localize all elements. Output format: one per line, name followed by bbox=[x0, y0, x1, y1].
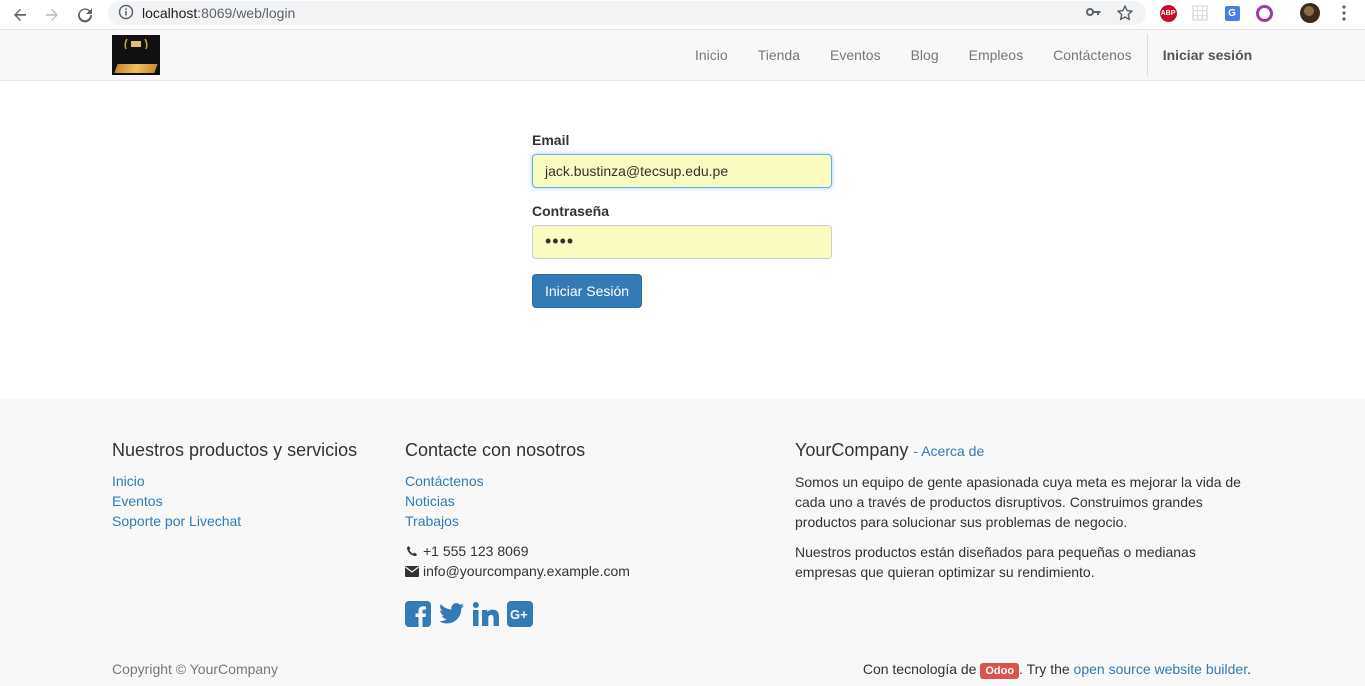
footer-link-inicio[interactable]: Inicio bbox=[112, 473, 145, 489]
contact-email: info@yourcompany.example.com bbox=[423, 563, 630, 579]
nav-item-empleos[interactable]: Empleos bbox=[954, 30, 1038, 80]
logo-bar-shape bbox=[114, 64, 158, 73]
password-group: Contraseña •••• bbox=[532, 203, 832, 259]
password-field[interactable]: •••• bbox=[532, 225, 832, 259]
company-logo[interactable] bbox=[112, 35, 160, 75]
info-icon[interactable] bbox=[118, 4, 134, 25]
list-item: Eventos bbox=[112, 491, 382, 511]
email-row: info@yourcompany.example.com bbox=[405, 561, 735, 581]
powered-middle: . Try the bbox=[1019, 661, 1070, 677]
products-heading: Nuestros productos y servicios bbox=[112, 440, 358, 460]
footer-contact-column: Contacte con nosotros Contáctenos Notici… bbox=[405, 439, 735, 627]
footer-link-eventos[interactable]: Eventos bbox=[112, 493, 163, 509]
forward-icon[interactable] bbox=[41, 4, 63, 26]
adblock-icon[interactable]: ABP bbox=[1158, 3, 1178, 23]
nav-item-blog[interactable]: Blog bbox=[896, 30, 954, 80]
copyright-text: Copyright © YourCompany bbox=[112, 661, 278, 677]
bookmark-star-icon[interactable] bbox=[1116, 4, 1134, 27]
footer-products-column: Nuestros productos y servicios Inicio Ev… bbox=[112, 439, 382, 531]
facebook-icon[interactable] bbox=[405, 601, 431, 627]
powered-suffix: . bbox=[1247, 661, 1251, 677]
nav-item-eventos[interactable]: Eventos bbox=[815, 30, 896, 80]
about-paragraph-2: Nuestros productos están diseñados para … bbox=[795, 544, 1196, 580]
logo-wreath-icon bbox=[123, 38, 149, 52]
footer-link-livechat[interactable]: Soporte por Livechat bbox=[112, 513, 241, 529]
nav-signin-link[interactable]: Iniciar sesión bbox=[1148, 30, 1267, 80]
nav-item-inicio[interactable]: Inicio bbox=[680, 30, 743, 80]
products-links: Inicio Eventos Soporte por Livechat bbox=[112, 471, 382, 531]
list-item: Soporte por Livechat bbox=[112, 511, 382, 531]
phone-row: +1 555 123 8069 bbox=[405, 541, 735, 561]
company-name: YourCompany bbox=[795, 440, 909, 460]
contact-links: Contáctenos Noticias Trabajos bbox=[405, 471, 735, 531]
website-builder-link[interactable]: open source website builder bbox=[1074, 661, 1248, 677]
linkedin-icon[interactable] bbox=[473, 601, 499, 627]
profile-avatar[interactable] bbox=[1300, 3, 1320, 23]
contact-details: +1 555 123 8069 info@yourcompany.example… bbox=[405, 541, 735, 581]
extension-grid-icon[interactable] bbox=[1190, 3, 1210, 23]
phone-number: +1 555 123 8069 bbox=[423, 543, 529, 559]
list-item: Contáctenos bbox=[405, 471, 735, 491]
social-links: G+ bbox=[405, 601, 735, 627]
address-bar[interactable]: localhost:8069/web/login bbox=[108, 1, 1146, 25]
footer-link-trabajos[interactable]: Trabajos bbox=[405, 513, 459, 529]
about-heading: YourCompany - Acerca de bbox=[795, 439, 1251, 462]
password-label: Contraseña bbox=[532, 203, 610, 219]
list-item: Noticias bbox=[405, 491, 735, 511]
powered-prefix: Con tecnología de bbox=[862, 661, 977, 677]
twitter-icon[interactable] bbox=[439, 601, 465, 627]
back-icon[interactable] bbox=[9, 4, 31, 26]
email-label: Email bbox=[532, 132, 570, 148]
menu-dots-icon[interactable] bbox=[1334, 3, 1354, 23]
footer-link-noticias[interactable]: Noticias bbox=[405, 493, 455, 509]
svg-text:G+: G+ bbox=[510, 607, 528, 622]
list-item: Trabajos bbox=[405, 511, 735, 531]
login-form: Email jack.bustinza@tecsup.edu.pe Contra… bbox=[532, 132, 832, 308]
login-submit-button[interactable]: Iniciar Sesión bbox=[532, 274, 643, 308]
envelope-icon bbox=[405, 565, 419, 577]
main-menu: Inicio Tienda Eventos Blog Empleos Contá… bbox=[680, 30, 1267, 80]
reload-icon[interactable] bbox=[74, 4, 96, 26]
translate-icon[interactable]: G bbox=[1222, 3, 1242, 23]
odoo-badge[interactable]: Odoo bbox=[980, 663, 1020, 679]
about-paragraph-1: Somos un equipo de gente apasionada cuya… bbox=[795, 474, 1241, 530]
list-item: Inicio bbox=[112, 471, 382, 491]
url-host: localhost bbox=[142, 5, 198, 21]
browser-toolbar: localhost:8069/web/login ABP G bbox=[0, 0, 1365, 30]
url-text: localhost:8069/web/login bbox=[142, 5, 295, 21]
powered-by: Con tecnología de Odoo. Try the open sou… bbox=[862, 661, 1251, 679]
contact-heading: Contacte con nosotros bbox=[405, 440, 586, 460]
email-group: Email jack.bustinza@tecsup.edu.pe bbox=[532, 132, 832, 188]
nav-item-contactenos[interactable]: Contáctenos bbox=[1038, 30, 1147, 80]
google-plus-icon[interactable]: G+ bbox=[507, 601, 533, 627]
about-link[interactable]: - Acerca de bbox=[913, 443, 984, 459]
phone-icon bbox=[405, 545, 419, 557]
site-footer: Nuestros productos y servicios Inicio Ev… bbox=[0, 399, 1365, 686]
url-path: :8069/web/login bbox=[197, 5, 296, 21]
site-navbar: Inicio Tienda Eventos Blog Empleos Contá… bbox=[0, 30, 1365, 81]
extension-ring-icon[interactable] bbox=[1254, 3, 1274, 23]
nav-item-tienda[interactable]: Tienda bbox=[743, 30, 815, 80]
footer-link-contactenos[interactable]: Contáctenos bbox=[405, 473, 484, 489]
footer-about-column: YourCompany - Acerca de Somos un equipo … bbox=[795, 439, 1251, 592]
key-icon[interactable] bbox=[1086, 5, 1102, 24]
email-field[interactable]: jack.bustinza@tecsup.edu.pe bbox=[532, 154, 832, 188]
